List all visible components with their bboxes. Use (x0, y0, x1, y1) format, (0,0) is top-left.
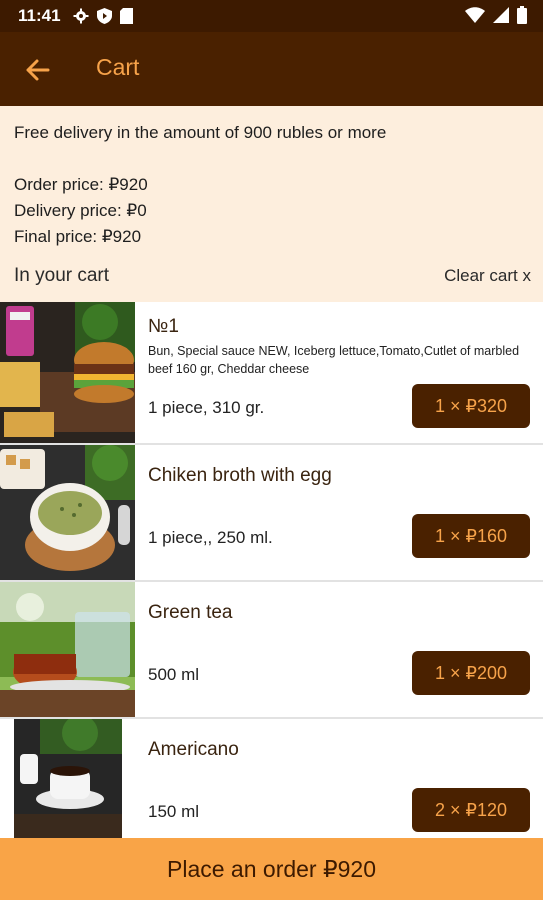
item-quantity: 150 ml (148, 802, 200, 821)
item-quantity: 1 piece, 310 gr. (148, 398, 265, 417)
delivery-price: Delivery price: ₽0 (14, 201, 147, 220)
item-name: Chiken broth with egg (148, 465, 332, 486)
arrow-left-icon[interactable] (24, 56, 52, 84)
cart-item[interactable]: Chiken broth with egg 1 piece,, 250 ml. … (0, 445, 543, 582)
item-name: Americano (148, 739, 239, 760)
green-tea-image (0, 582, 135, 717)
broth-image (0, 445, 135, 580)
wifi-icon (465, 7, 485, 23)
price-quantity-button[interactable]: 1 × ₽320 (412, 384, 530, 428)
item-name: Green tea (148, 602, 233, 623)
signal-icon (493, 7, 509, 23)
cart-item[interactable]: №1 Bun, Special sauce NEW, Iceberg lettu… (0, 302, 543, 445)
price-quantity-button[interactable]: 1 × ₽160 (412, 514, 530, 558)
place-order-button[interactable]: Place an order ₽920 (0, 838, 543, 900)
gear-icon (73, 8, 89, 24)
item-quantity: 500 ml (148, 665, 200, 684)
cart-item[interactable]: Americano 150 ml 2 × ₽120 (0, 719, 543, 838)
page-title: Cart (96, 54, 140, 80)
price-quantity-button[interactable]: 2 × ₽120 (412, 788, 530, 832)
final-price: Final price: ₽920 (14, 227, 142, 246)
item-name: №1 (148, 316, 179, 337)
order-summary: Free delivery in the amount of 900 ruble… (0, 106, 543, 302)
americano-image (0, 719, 135, 838)
item-description: Bun, Special sauce NEW, Iceberg lettuce,… (148, 344, 520, 376)
clear-cart-button[interactable]: Clear cart x (444, 266, 531, 286)
item-quantity: 1 piece,, 250 ml. (148, 528, 273, 547)
sim-card-icon (119, 8, 133, 24)
in-your-cart-label: In your cart (14, 265, 110, 286)
cart-item[interactable]: Green tea 500 ml 1 × ₽200 (0, 582, 543, 719)
battery-icon (517, 6, 527, 24)
shield-icon (96, 8, 112, 24)
status-time: 11:41 (18, 6, 61, 25)
order-price: Order price: ₽920 (14, 175, 148, 194)
cart-list: №1 Bun, Special sauce NEW, Iceberg lettu… (0, 302, 543, 838)
price-quantity-button[interactable]: 1 × ₽200 (412, 651, 530, 695)
free-delivery-note: Free delivery in the amount of 900 ruble… (14, 123, 387, 142)
app-bar: Cart (0, 32, 543, 106)
status-bar: 11:41 (0, 0, 543, 32)
burger-image (0, 302, 135, 443)
